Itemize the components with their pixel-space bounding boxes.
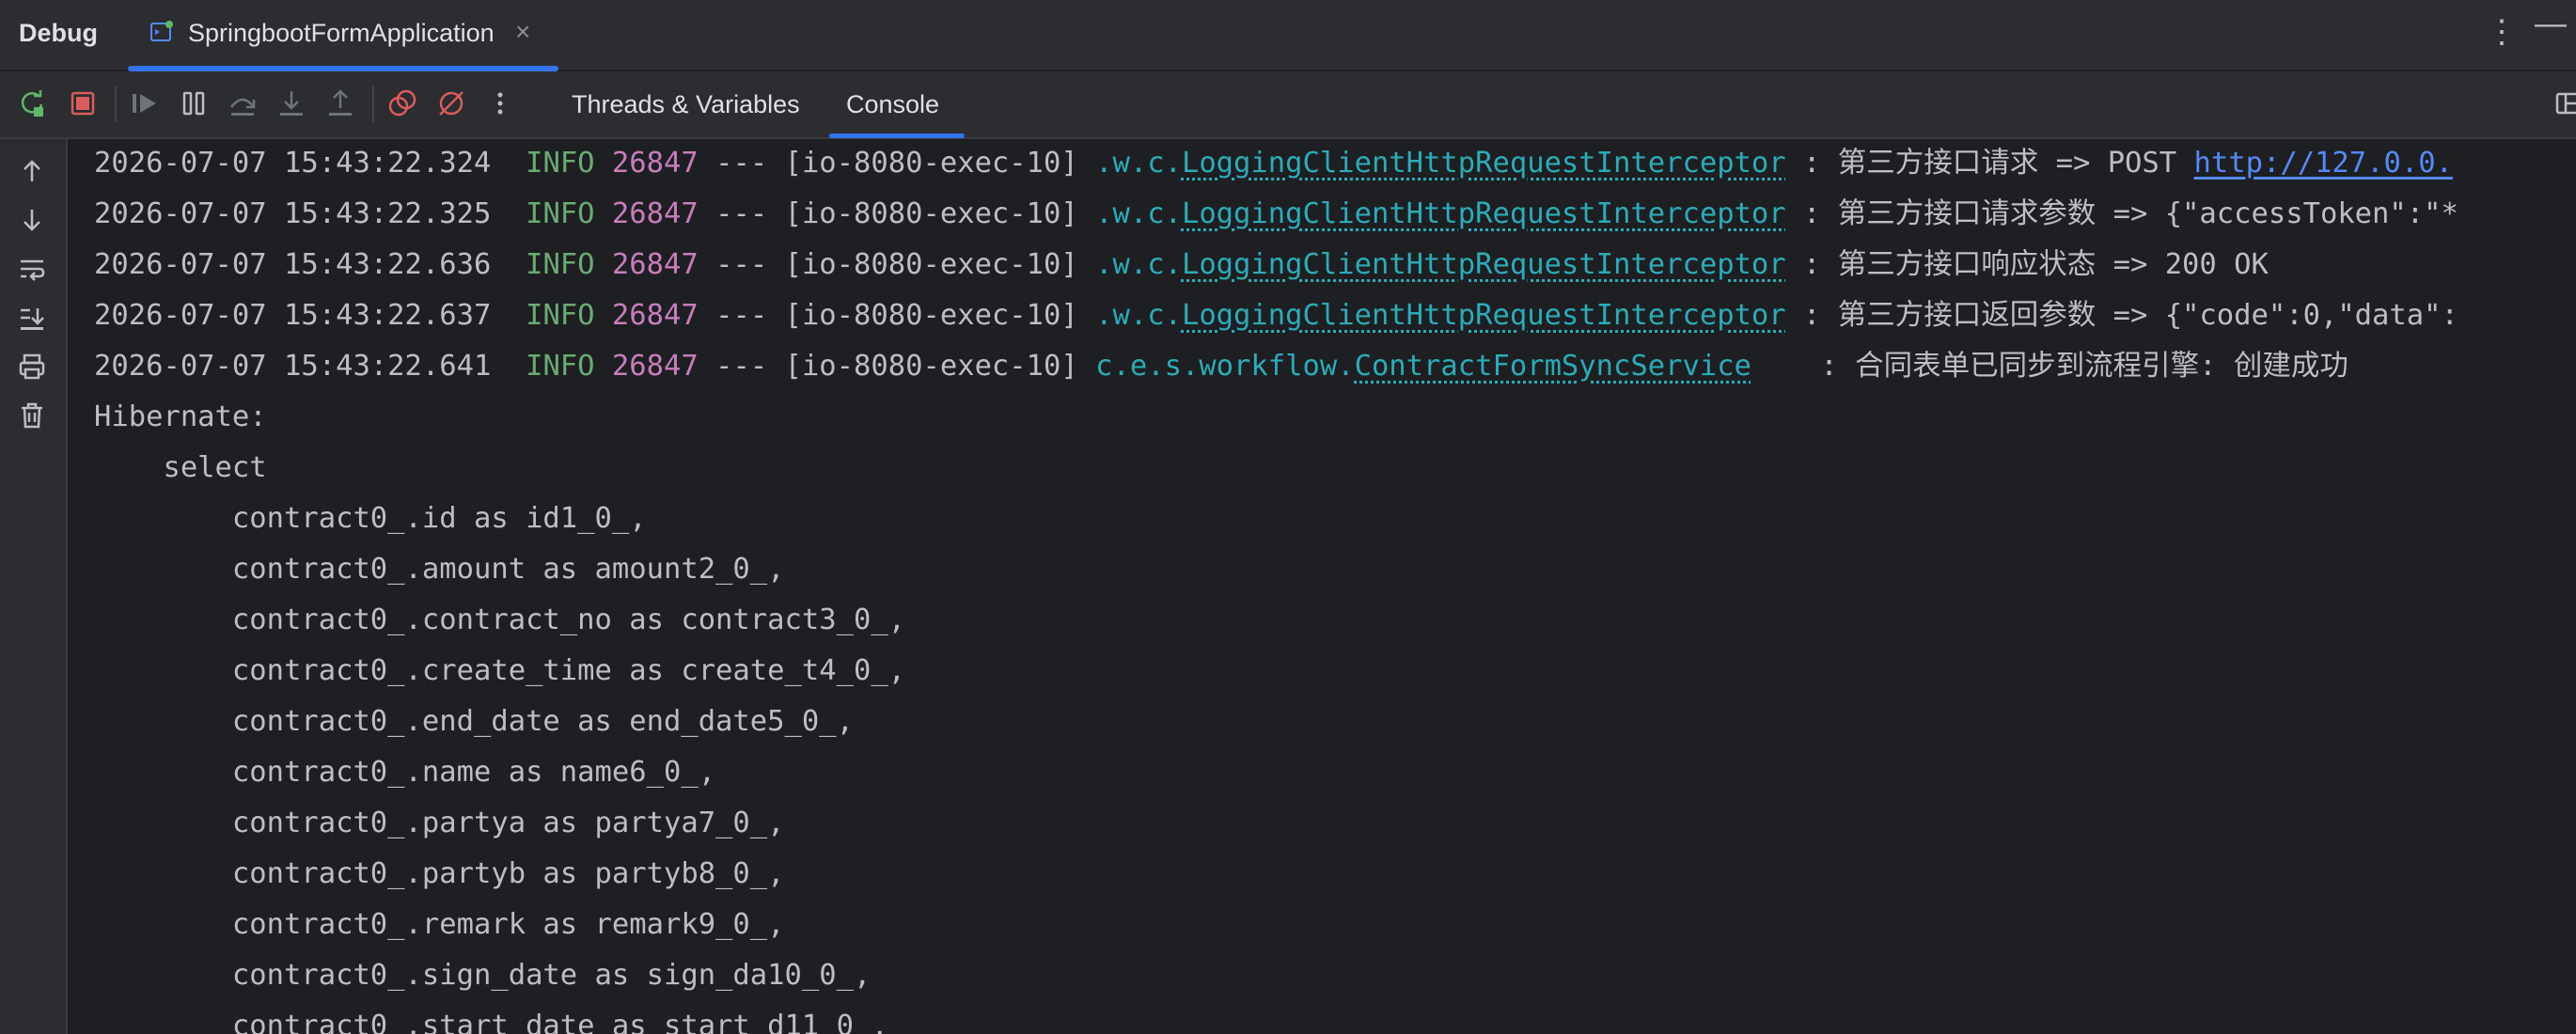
tool-window-header: Debug SpringbootFormApplication × ⋮ — — [0, 0, 2576, 71]
log-message: : 合同表单已同步到流程引擎: 创建成功 — [1803, 350, 2348, 383]
log-pid: 26847 — [611, 147, 699, 180]
log-message: : 第三方接口请求 => POST — [1785, 147, 2194, 180]
logger-package: .w.c. — [1095, 248, 1182, 281]
log-pid: 26847 — [611, 248, 699, 281]
sql-line: Hibernate: — [94, 400, 284, 433]
sql-line: contract0_.contract_no as contract3_0_, — [94, 603, 906, 636]
log-message: : 第三方接口响应状态 => 200 OK — [1785, 248, 2269, 281]
log-separator: --- — [715, 299, 768, 332]
log-message: : 第三方接口请求参数 => {"accessToken":"* — [1785, 197, 2458, 230]
more-options-icon[interactable]: ⋮ — [2486, 13, 2518, 51]
rerun-icon[interactable] — [17, 88, 47, 118]
debug-toolbar: Threads & Variables Console — [0, 71, 2576, 139]
print-icon[interactable] — [17, 352, 47, 382]
log-pid: 26847 — [611, 299, 699, 332]
logger-package: .w.c. — [1095, 299, 1182, 332]
log-thread: [io-8080-exec-10] — [784, 147, 1078, 180]
sql-line: contract0_.name as name6_0_, — [94, 756, 716, 789]
toolbar-separator — [372, 86, 374, 122]
sql-line: select — [94, 451, 267, 484]
sql-line: contract0_.id as id1_0_, — [94, 502, 647, 535]
more-icon[interactable] — [485, 88, 515, 118]
log-separator: --- — [715, 248, 768, 281]
scroll-up-icon[interactable] — [17, 156, 47, 186]
logger-class-link[interactable]: LoggingClientHttpRequestInterceptor — [1182, 299, 1786, 332]
log-timestamp: 2026-07-07 15:43:22.641 — [94, 350, 492, 383]
clear-all-icon[interactable] — [17, 400, 47, 431]
log-pid: 26847 — [611, 350, 699, 383]
log-pid: 26847 — [611, 197, 699, 230]
console-output[interactable]: 2026-07-07 15:43:22.324 INFO 26847 --- [… — [68, 139, 2576, 1034]
active-tab-indicator — [829, 133, 965, 138]
log-separator: --- — [715, 350, 768, 383]
step-into-icon[interactable] — [276, 88, 306, 118]
log-level: INFO — [526, 197, 595, 230]
logger-class-link[interactable]: LoggingClientHttpRequestInterceptor — [1182, 197, 1786, 230]
logger-package: .w.c. — [1095, 197, 1182, 230]
stop-icon[interactable] — [68, 88, 98, 118]
step-over-icon[interactable] — [228, 88, 258, 118]
resume-icon[interactable] — [130, 88, 160, 118]
logger-package: .w.c. — [1095, 147, 1182, 180]
view-breakpoints-icon[interactable] — [387, 88, 417, 118]
log-separator: --- — [715, 147, 768, 180]
log-message: : 第三方接口返回参数 => {"code":0,"data": — [1785, 299, 2458, 332]
log-level: INFO — [526, 350, 595, 383]
sql-line: contract0_.partya as partya7_0_, — [94, 807, 785, 839]
log-logger: .w.c.LoggingClientHttpRequestInterceptor — [1095, 147, 1786, 180]
log-level: INFO — [526, 299, 595, 332]
sql-line: contract0_.end_date as end_date5_0_, — [94, 705, 854, 738]
scroll-down-icon[interactable] — [17, 205, 47, 235]
tab-label: SpringbootFormApplication — [188, 19, 495, 47]
log-timestamp: 2026-07-07 15:43:22.637 — [94, 299, 492, 332]
sql-line: contract0_.create_time as create_t4_0_, — [94, 654, 906, 687]
run-config-icon — [150, 21, 173, 41]
tab-threads-variables[interactable]: Threads & Variables — [572, 90, 800, 119]
log-logger: c.e.s.workflow.ContractFormSyncService — [1095, 350, 1751, 383]
log-line: 2026-07-07 15:43:22.325 INFO 26847 --- [… — [94, 196, 2458, 233]
layout-icon[interactable] — [2555, 90, 2576, 117]
sql-line: contract0_.sign_date as sign_da10_0_, — [94, 959, 872, 992]
log-separator: --- — [715, 197, 768, 230]
log-line: 2026-07-07 15:43:22.324 INFO 26847 --- [… — [94, 145, 2453, 182]
sql-line: contract0_.amount as amount2_0_, — [94, 553, 785, 586]
toolbar-separator — [115, 86, 117, 122]
log-thread: [io-8080-exec-10] — [784, 197, 1078, 230]
log-line: 2026-07-07 15:43:22.637 INFO 26847 --- [… — [94, 297, 2458, 335]
tool-window-title: Debug — [19, 19, 98, 47]
logger-class-link[interactable]: LoggingClientHttpRequestInterceptor — [1182, 147, 1786, 180]
log-timestamp: 2026-07-07 15:43:22.636 — [94, 248, 492, 281]
log-logger: .w.c.LoggingClientHttpRequestInterceptor — [1095, 299, 1786, 332]
sql-line: contract0_.partyb as partyb8_0_, — [94, 857, 785, 890]
soft-wrap-icon[interactable] — [17, 254, 47, 284]
logger-class-link[interactable]: LoggingClientHttpRequestInterceptor — [1182, 248, 1786, 281]
sql-line: contract0_.remark as remark9_0_, — [94, 908, 785, 941]
log-level: INFO — [526, 248, 595, 281]
log-logger: .w.c.LoggingClientHttpRequestInterceptor — [1095, 248, 1786, 281]
log-line: 2026-07-07 15:43:22.636 INFO 26847 --- [… — [94, 246, 2269, 284]
sql-line: contract0_.start_date as start_d11_0_, — [94, 1010, 888, 1034]
mute-breakpoints-icon[interactable] — [436, 88, 466, 118]
log-timestamp: 2026-07-07 15:43:22.324 — [94, 147, 492, 180]
step-out-icon[interactable] — [325, 88, 355, 118]
log-logger: .w.c.LoggingClientHttpRequestInterceptor — [1095, 197, 1786, 230]
log-level: INFO — [526, 147, 595, 180]
pause-icon[interactable] — [179, 88, 209, 118]
logger-class-link[interactable]: ContractFormSyncService — [1355, 350, 1751, 383]
log-thread: [io-8080-exec-10] — [784, 299, 1078, 332]
close-icon[interactable]: × — [515, 17, 530, 47]
log-thread: [io-8080-exec-10] — [784, 350, 1078, 383]
tab-springboot-form-application[interactable]: SpringbootFormApplication × — [128, 0, 558, 71]
console-side-toolbar — [0, 139, 68, 1034]
logger-package: c.e.s.workflow. — [1095, 350, 1355, 383]
log-timestamp: 2026-07-07 15:43:22.325 — [94, 197, 492, 230]
log-url-link[interactable]: http://127.0.0. — [2194, 147, 2453, 180]
scroll-to-end-icon[interactable] — [17, 303, 47, 333]
tab-console[interactable]: Console — [846, 90, 939, 119]
log-line: 2026-07-07 15:43:22.641 INFO 26847 --- [… — [94, 348, 2348, 385]
log-thread: [io-8080-exec-10] — [784, 248, 1078, 281]
minimize-icon[interactable]: — — [2535, 6, 2567, 42]
